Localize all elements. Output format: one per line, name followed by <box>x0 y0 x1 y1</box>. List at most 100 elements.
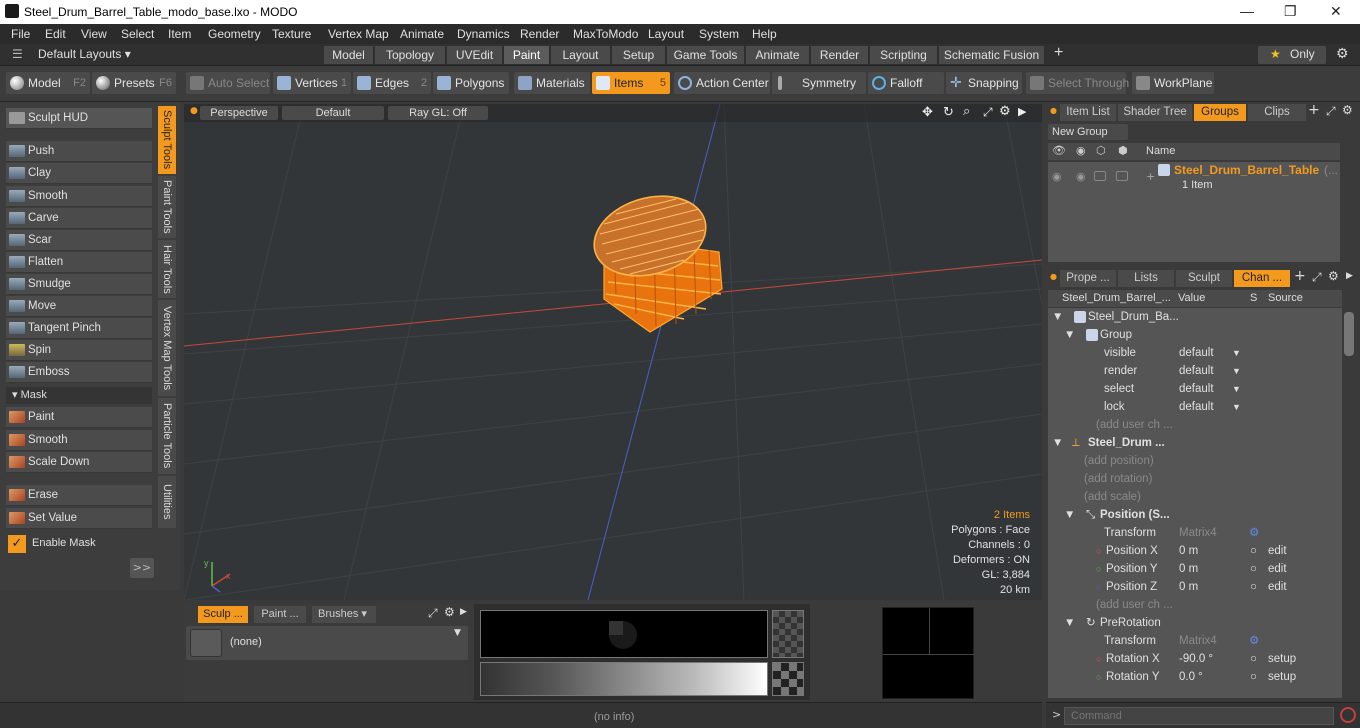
expand-panel-icon[interactable]: ⤢ <box>428 606 438 621</box>
menu-icon[interactable]: ☰ <box>12 47 23 61</box>
menu-texture[interactable]: Texture <box>272 27 311 41</box>
sculpt-hud-button[interactable]: Sculpt HUD <box>6 108 152 129</box>
auto-select-button[interactable]: Auto Select <box>186 72 270 94</box>
tab-model[interactable]: Model <box>324 46 374 64</box>
tab-clips[interactable]: Clips <box>1248 104 1306 121</box>
channel-value[interactable]: 0 m <box>1179 560 1198 578</box>
polygons-button[interactable]: Polygons <box>433 72 509 94</box>
alpha-swatch[interactable] <box>772 610 804 658</box>
dropdown-arrow-icon[interactable]: ▼ <box>1232 362 1241 380</box>
rotate-icon[interactable]: ↻ <box>943 105 954 120</box>
tab-animate[interactable]: Animate <box>746 46 810 64</box>
viewport-more-icon[interactable]: ▶ <box>1018 105 1026 118</box>
tool-spin[interactable]: Spin <box>6 340 152 361</box>
channel-row[interactable]: ○ Rotation X -90.0 ° ○ setup <box>1048 650 1342 668</box>
dropdown-arrow-icon[interactable]: ▼ <box>1232 380 1241 398</box>
workplane-button[interactable]: WorkPlane <box>1132 72 1214 94</box>
tab-sculpt-presets[interactable]: Sculp ... <box>198 606 248 623</box>
channel-row[interactable]: ▼ Group <box>1048 326 1342 344</box>
channel-row[interactable]: (add position) <box>1048 452 1342 470</box>
render-icon[interactable]: ◉ <box>1076 144 1086 157</box>
color-gradient-bar[interactable] <box>480 610 768 658</box>
3d-viewport[interactable]: y x 2 Items Polygons : Face Channels : 0… <box>184 104 1042 600</box>
channel-value[interactable]: 0 m <box>1179 542 1198 560</box>
tab-groups[interactable]: Groups <box>1194 104 1246 121</box>
tab-sculpt[interactable]: Sculpt <box>1176 270 1232 287</box>
zoom-icon[interactable]: ⌕ <box>963 104 970 119</box>
expand-icon[interactable]: ▼ <box>1052 308 1063 326</box>
model-button[interactable]: Model F2 <box>6 72 90 94</box>
panel-gear-icon[interactable]: ⚙ <box>444 605 455 619</box>
menu-animate[interactable]: Animate <box>400 27 444 41</box>
menu-layout[interactable]: Layout <box>648 27 684 41</box>
channel-row[interactable]: (add user ch ... <box>1048 596 1342 614</box>
tab-scripting[interactable]: Scripting <box>870 46 938 64</box>
menu-item[interactable]: Item <box>168 27 191 41</box>
expand-panel-icon[interactable]: ⤢ <box>1326 104 1336 119</box>
pan-icon[interactable]: ✥ <box>922 105 933 120</box>
tab-schematic-fusion[interactable]: Schematic Fusion <box>939 46 1045 64</box>
vtab-paint-tools[interactable]: Paint Tools <box>158 176 176 238</box>
action-center-button[interactable]: Action Center <box>674 72 770 94</box>
tool-scar[interactable]: Scar <box>6 230 152 251</box>
raygl-dropdown[interactable]: Ray GL: Off <box>388 106 488 120</box>
record-icon[interactable] <box>1340 707 1356 723</box>
channel-row[interactable]: lock default ▼ <box>1048 398 1342 416</box>
tab-item-list[interactable]: Item List <box>1060 104 1116 121</box>
channel-value[interactable]: default <box>1179 380 1214 398</box>
tab-brushes[interactable]: Brushes ▾ <box>312 606 376 623</box>
vertices-button[interactable]: Vertices 1 <box>273 72 351 94</box>
tool-push[interactable]: Push <box>6 141 152 162</box>
tool-emboss[interactable]: Emboss <box>6 362 152 383</box>
visible-toggle-icon[interactable]: ◉ <box>1052 170 1062 183</box>
channel-row[interactable]: ○ Position Z 0 m ○ edit <box>1048 578 1342 596</box>
erase-button[interactable]: Erase <box>6 485 152 506</box>
select-through-button[interactable]: Select Through <box>1026 72 1129 94</box>
channel-value[interactable]: -90.0 ° <box>1179 650 1213 668</box>
scrollbar-thumb[interactable] <box>1344 312 1354 356</box>
brush-preset-selector[interactable]: (none) ▼ <box>186 626 468 660</box>
vtab-hair-tools[interactable]: Hair Tools <box>158 240 176 298</box>
menu-select[interactable]: Select <box>121 27 154 41</box>
vtab-utilities[interactable]: Utilities <box>158 476 176 528</box>
expand-icon[interactable]: ▼ <box>1064 326 1075 344</box>
enable-mask-toggle[interactable]: ✓ Enable Mask <box>6 534 152 556</box>
state-circle-icon[interactable]: ○ <box>1250 542 1257 560</box>
channel-row[interactable]: ▼ ⟂ Steel_Drum ... <box>1048 434 1342 452</box>
tool-smooth[interactable]: Smooth <box>6 186 152 207</box>
tab-game-tools[interactable]: Game Tools <box>667 46 745 64</box>
menu-maxtomodo[interactable]: MaxToModo <box>573 27 638 41</box>
symmetry-button[interactable]: Symmetry <box>772 72 866 94</box>
tool-carve[interactable]: Carve <box>6 208 152 229</box>
vtab-particle-tools[interactable]: Particle Tools <box>158 398 176 474</box>
minimize-button[interactable]: — <box>1240 3 1254 19</box>
state-circle-icon[interactable]: ○ <box>1250 650 1257 668</box>
edges-button[interactable]: Edges 2 <box>353 72 431 94</box>
channel-row[interactable]: Transform Matrix4 ⚙ <box>1048 632 1342 650</box>
expand-button[interactable]: >> <box>130 558 154 578</box>
channel-row[interactable]: (add rotation) <box>1048 470 1342 488</box>
menu-vertex-map[interactable]: Vertex Map <box>328 27 389 41</box>
add-tab-icon[interactable]: + <box>1308 102 1320 118</box>
tool-flatten[interactable]: Flatten <box>6 252 152 273</box>
tab-paint[interactable]: Paint <box>504 46 550 64</box>
falloff-button[interactable]: Falloff <box>868 72 944 94</box>
tab-channels[interactable]: Chan ... <box>1234 270 1290 287</box>
grayscale-gradient-bar[interactable] <box>480 662 768 696</box>
close-button[interactable]: ✕ <box>1330 3 1342 20</box>
expand-icon[interactable]: + <box>1146 170 1155 183</box>
expand-panel-icon[interactable]: ⤢ <box>1312 270 1322 285</box>
default-layouts-dropdown[interactable]: Default Layouts ▾ <box>38 47 131 61</box>
perspective-dropdown[interactable]: Perspective <box>200 106 278 120</box>
lock-icon[interactable]: ⬢ <box>1118 144 1128 157</box>
steel-drum-barrel[interactable] <box>585 184 723 333</box>
dropdown-arrow-icon[interactable]: ▼ <box>1232 344 1241 362</box>
presets-button[interactable]: Presets F6 <box>92 72 176 94</box>
alpha-swatch-secondary[interactable] <box>772 662 804 696</box>
eye-icon[interactable]: 👁 <box>1052 144 1066 157</box>
channel-row[interactable]: select default ▼ <box>1048 380 1342 398</box>
channel-row[interactable]: Transform Matrix4 ⚙ <box>1048 524 1342 542</box>
shading-dropdown[interactable]: Default <box>282 106 384 120</box>
panel-gear-icon[interactable]: ⚙ <box>1328 269 1339 283</box>
channel-value[interactable]: default <box>1179 398 1214 416</box>
